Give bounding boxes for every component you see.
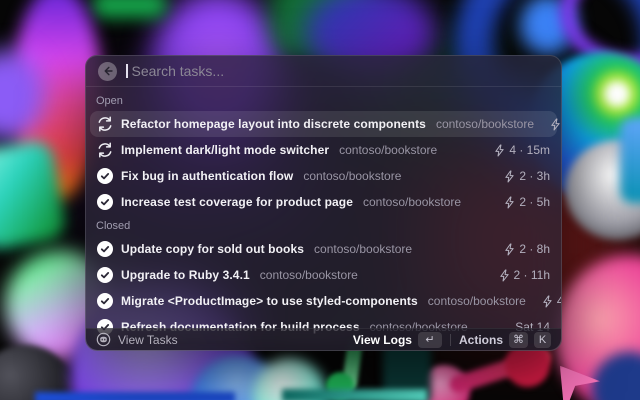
bolt-icon [504, 195, 515, 209]
search-input[interactable] [131, 63, 549, 79]
task-repo: contoso/bookstore [303, 169, 402, 183]
bolt-icon [542, 294, 553, 308]
desktop: Open Refactor homepage layout into discr… [0, 0, 640, 400]
task-title: Increase test coverage for product page [121, 195, 353, 209]
sync-spinner-icon [97, 116, 113, 132]
task-meta: 2 · 5h [519, 195, 550, 209]
back-button[interactable] [98, 61, 117, 81]
divider [449, 333, 451, 346]
task-meta: 4 · 15m [509, 143, 550, 157]
section-header: Closed [96, 220, 131, 232]
bg-shape [92, 0, 167, 18]
task-row[interactable]: Update copy for sold out books contoso/b… [90, 236, 557, 262]
task-repo: contoso/bookstore [427, 294, 526, 308]
bg-shape [620, 118, 640, 203]
bolt-icon [499, 268, 510, 282]
task-meta: 2 · 11h [513, 268, 550, 282]
footer-bar: View Tasks View Logs ↵ Actions ⌘ K [86, 328, 561, 350]
task-row[interactable]: Increase test coverage for product page … [90, 189, 557, 215]
task-repo: contoso/bookstore [362, 195, 462, 209]
actions-label: Actions [458, 332, 503, 347]
view-tasks-indicator: View Tasks [96, 332, 178, 347]
bg-shape [282, 389, 427, 400]
task-row[interactable]: Upgrade to Ruby 3.4.1 contoso/bookstore … [90, 262, 557, 288]
check-circle-icon [97, 241, 113, 257]
task-title: Refactor homepage layout into discrete c… [121, 117, 426, 131]
bolt-icon [494, 143, 505, 157]
task-row[interactable]: Migrate <ProductImage> to use styled-com… [90, 288, 561, 314]
task-row[interactable]: Fix bug in authentication flow contoso/b… [90, 163, 557, 189]
bolt-icon [550, 117, 561, 131]
bg-shape [35, 392, 235, 400]
task-meta: 4 · Sun 15 [557, 294, 561, 308]
task-palette-window: Open Refactor homepage layout into discr… [85, 55, 562, 351]
k-key-icon: K [534, 331, 551, 348]
back-arrow-icon [104, 66, 113, 76]
task-repo: contoso/bookstore [314, 242, 413, 256]
check-circle-icon [97, 267, 113, 283]
task-repo: contoso/bookstore [259, 268, 358, 282]
task-title: Migrate <ProductImage> to use styled-com… [121, 294, 418, 308]
footer-actions: View Logs ↵ Actions ⌘ K [352, 331, 551, 348]
bolt-icon [504, 242, 515, 256]
bolt-icon [504, 169, 515, 183]
enter-key-icon: ↵ [417, 331, 442, 348]
task-title: Implement dark/light mode switcher [121, 143, 330, 157]
check-circle-icon [97, 168, 113, 184]
search-bar [86, 56, 561, 86]
task-list: Open Refactor homepage layout into discr… [86, 87, 561, 350]
task-repo: contoso/bookstore [339, 143, 438, 157]
command-key-icon: ⌘ [509, 331, 528, 348]
view-logs-label: View Logs [352, 332, 412, 347]
copilot-icon [96, 332, 111, 347]
view-logs-button[interactable]: View Logs ↵ [352, 331, 442, 348]
check-circle-icon [97, 293, 113, 309]
actions-button[interactable]: Actions ⌘ K [458, 331, 551, 348]
task-repo: contoso/bookstore [435, 117, 535, 131]
task-title: Upgrade to Ruby 3.4.1 [121, 268, 250, 282]
task-row[interactable]: Implement dark/light mode switcher conto… [90, 137, 557, 163]
task-row[interactable]: Refactor homepage layout into discrete c… [90, 111, 560, 137]
text-caret [126, 64, 128, 78]
task-meta: 2 · 8h [519, 242, 550, 256]
task-title: Fix bug in authentication flow [121, 169, 294, 183]
section-header: Open [96, 95, 123, 107]
task-meta: 2 · 3h [519, 169, 550, 183]
sync-spinner-icon [97, 142, 113, 158]
task-title: Update copy for sold out books [121, 242, 305, 256]
view-tasks-label: View Tasks [118, 332, 178, 347]
check-circle-icon [97, 194, 113, 210]
